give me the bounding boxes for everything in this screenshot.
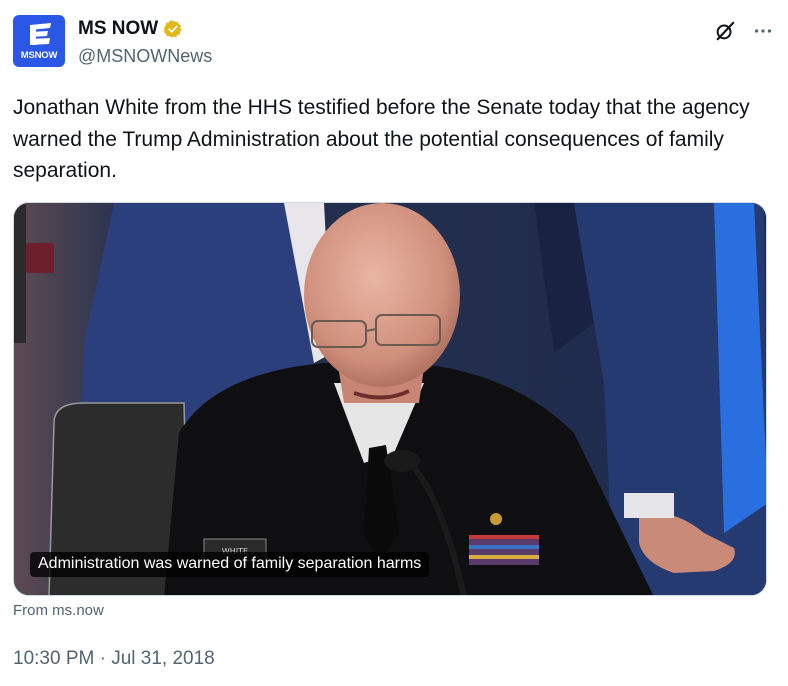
display-name[interactable]: MS NOW [78, 18, 158, 40]
video-frame: WHITE [14, 203, 766, 595]
more-options-icon [754, 29, 772, 33]
tweet-header: MSNOW MS NOW @MSNOWNews [13, 15, 775, 71]
grok-icon [716, 21, 735, 41]
tweet-video[interactable]: WHITE Administration was warned of famil… [13, 202, 767, 596]
account-handle[interactable]: @MSNOWNews [78, 46, 212, 67]
verified-badge-icon[interactable] [163, 19, 183, 39]
account-avatar[interactable]: MSNOW [13, 15, 65, 67]
link-source[interactable]: From ms.now [13, 602, 104, 619]
tweet-text: Jonathan White from the HHS testified be… [13, 96, 750, 182]
ms-now-logo-icon [30, 23, 51, 45]
more-options-button[interactable] [751, 19, 775, 43]
video-caption: Administration was warned of family sepa… [30, 552, 430, 577]
grok-button[interactable] [713, 19, 737, 43]
tweet-timestamp[interactable]: 10:30 PM · Jul 31, 2018 [13, 648, 215, 670]
avatar-label: MSNOW [20, 50, 58, 61]
